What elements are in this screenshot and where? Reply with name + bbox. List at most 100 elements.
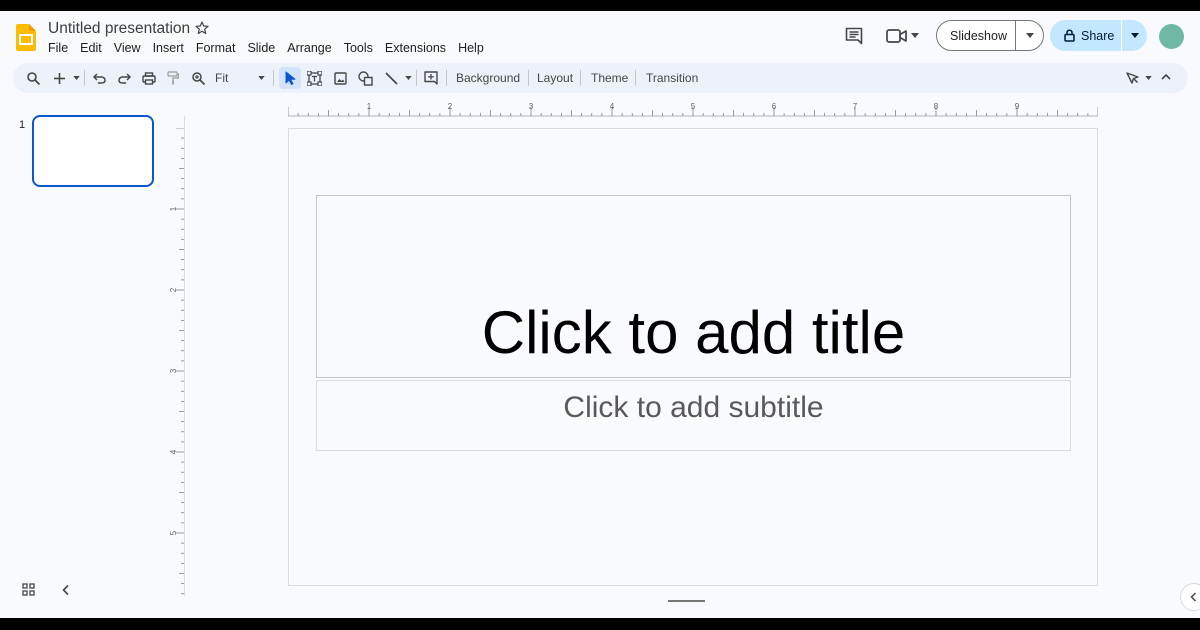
slides-logo-icon[interactable] <box>16 24 36 51</box>
add-comment-button[interactable] <box>424 71 438 85</box>
image-icon <box>333 71 347 85</box>
zoom-icon <box>191 71 205 85</box>
meet-icon[interactable] <box>886 27 908 45</box>
menu-tools[interactable]: Tools <box>344 40 373 56</box>
horizontal-ruler[interactable]: 1 2 3 4 5 6 7 8 9 <box>288 100 1098 117</box>
zoom-button[interactable] <box>191 71 205 85</box>
chevron-up-icon <box>1160 74 1171 80</box>
redo-button[interactable] <box>117 71 131 85</box>
ruler-label: 1 <box>367 102 372 111</box>
star-icon[interactable] <box>194 20 210 36</box>
pen-icon <box>1125 71 1139 84</box>
new-slide-dropdown[interactable] <box>72 75 80 80</box>
meet-dropdown-icon[interactable] <box>911 33 919 38</box>
pen-tool-button[interactable] <box>1125 71 1139 85</box>
side-panel-toggle[interactable] <box>1180 583 1200 611</box>
print-icon <box>141 71 156 85</box>
select-icon <box>285 71 295 85</box>
zoom-dropdown[interactable] <box>257 75 265 80</box>
menu-file[interactable]: File <box>48 40 68 56</box>
paint-format-icon <box>166 71 179 85</box>
menu-insert[interactable]: Insert <box>153 40 184 56</box>
menu-edit[interactable]: Edit <box>80 40 102 56</box>
line-button[interactable] <box>384 71 398 85</box>
ruler-label: 2 <box>448 102 453 111</box>
share-main[interactable]: Share <box>1050 29 1121 43</box>
share-button[interactable]: Share <box>1050 20 1147 51</box>
text-box-icon <box>307 71 322 86</box>
title-text: Click to add title <box>481 299 906 366</box>
toolbar-separator <box>446 70 447 86</box>
chevron-left-icon <box>1190 592 1197 602</box>
menu-arrange[interactable]: Arrange <box>287 40 331 56</box>
ruler-label: 9 <box>1015 102 1020 111</box>
select-tool-button[interactable] <box>283 71 297 85</box>
zoom-select[interactable]: Fit <box>215 71 228 85</box>
ruler-label: 2 <box>169 287 178 292</box>
ruler-label: 8 <box>934 102 939 111</box>
menu-bar: File Edit View Insert Format Slide Arran… <box>48 40 496 56</box>
speaker-notes-handle[interactable] <box>668 600 705 602</box>
toolbar-separator <box>528 70 529 86</box>
search-icon <box>26 71 40 85</box>
toolbar-separator <box>416 70 417 86</box>
ruler-label: 3 <box>169 368 178 373</box>
shape-button[interactable] <box>358 71 373 86</box>
slideshow-dropdown[interactable] <box>1016 33 1043 38</box>
transition-button[interactable]: Transition <box>646 71 698 85</box>
menu-help[interactable]: Help <box>458 40 484 56</box>
undo-button[interactable] <box>92 71 106 85</box>
subtitle-placeholder[interactable]: Click to add subtitle <box>316 380 1071 451</box>
menu-slide[interactable]: Slide <box>247 40 275 56</box>
ruler-label: 4 <box>169 449 178 454</box>
toolbar-separator <box>84 70 85 86</box>
title-placeholder[interactable]: Click to add title <box>316 195 1071 378</box>
ruler-label: 1 <box>169 206 178 211</box>
shape-icon <box>358 71 373 86</box>
pen-tool-dropdown[interactable] <box>1144 75 1152 80</box>
chevron-down-icon <box>257 75 265 80</box>
ruler-label: 5 <box>169 530 178 535</box>
chevron-down-icon <box>1130 33 1139 38</box>
lock-icon <box>1064 29 1075 42</box>
chevron-left-icon[interactable] <box>61 584 71 596</box>
toolbar-separator <box>273 70 274 86</box>
slide-number: 1 <box>19 119 26 131</box>
comments-icon[interactable] <box>845 27 863 45</box>
avatar[interactable] <box>1159 24 1184 49</box>
slide-thumbnail[interactable] <box>32 115 154 187</box>
ruler-label: 5 <box>691 102 696 111</box>
grid-view-icon[interactable] <box>22 583 35 596</box>
text-box-button[interactable] <box>307 71 322 86</box>
add-icon <box>53 72 65 84</box>
chevron-down-icon <box>1144 75 1152 80</box>
ruler-label: 3 <box>529 102 534 111</box>
document-title[interactable]: Untitled presentation <box>48 19 190 39</box>
layout-button[interactable]: Layout <box>537 71 573 85</box>
vertical-ruler[interactable]: 1 2 3 4 5 <box>166 128 186 598</box>
line-dropdown[interactable] <box>404 75 412 80</box>
new-slide-button[interactable] <box>53 71 65 85</box>
menu-extensions[interactable]: Extensions <box>385 40 446 56</box>
chevron-down-icon <box>72 75 80 80</box>
top-black-bar <box>0 0 1200 11</box>
menu-view[interactable]: View <box>114 40 141 56</box>
menu-format[interactable]: Format <box>196 40 236 56</box>
paint-format-button[interactable] <box>166 71 179 85</box>
insert-image-button[interactable] <box>333 71 347 85</box>
background-button[interactable]: Background <box>456 71 520 85</box>
slideshow-label[interactable]: Slideshow <box>937 29 1015 43</box>
redo-icon <box>117 73 131 84</box>
bottom-black-bar <box>0 618 1200 630</box>
hide-menus-button[interactable] <box>1160 73 1171 81</box>
comment-add-icon <box>424 71 438 85</box>
ruler-label: 6 <box>772 102 777 111</box>
ruler-label: 4 <box>610 102 615 111</box>
print-button[interactable] <box>141 71 156 85</box>
chevron-down-icon <box>1025 33 1034 38</box>
theme-button[interactable]: Theme <box>591 71 628 85</box>
search-menus-button[interactable] <box>26 71 40 85</box>
share-dropdown[interactable] <box>1122 33 1147 38</box>
slideshow-button[interactable]: Slideshow <box>936 20 1044 51</box>
toolbar-separator <box>580 70 581 86</box>
